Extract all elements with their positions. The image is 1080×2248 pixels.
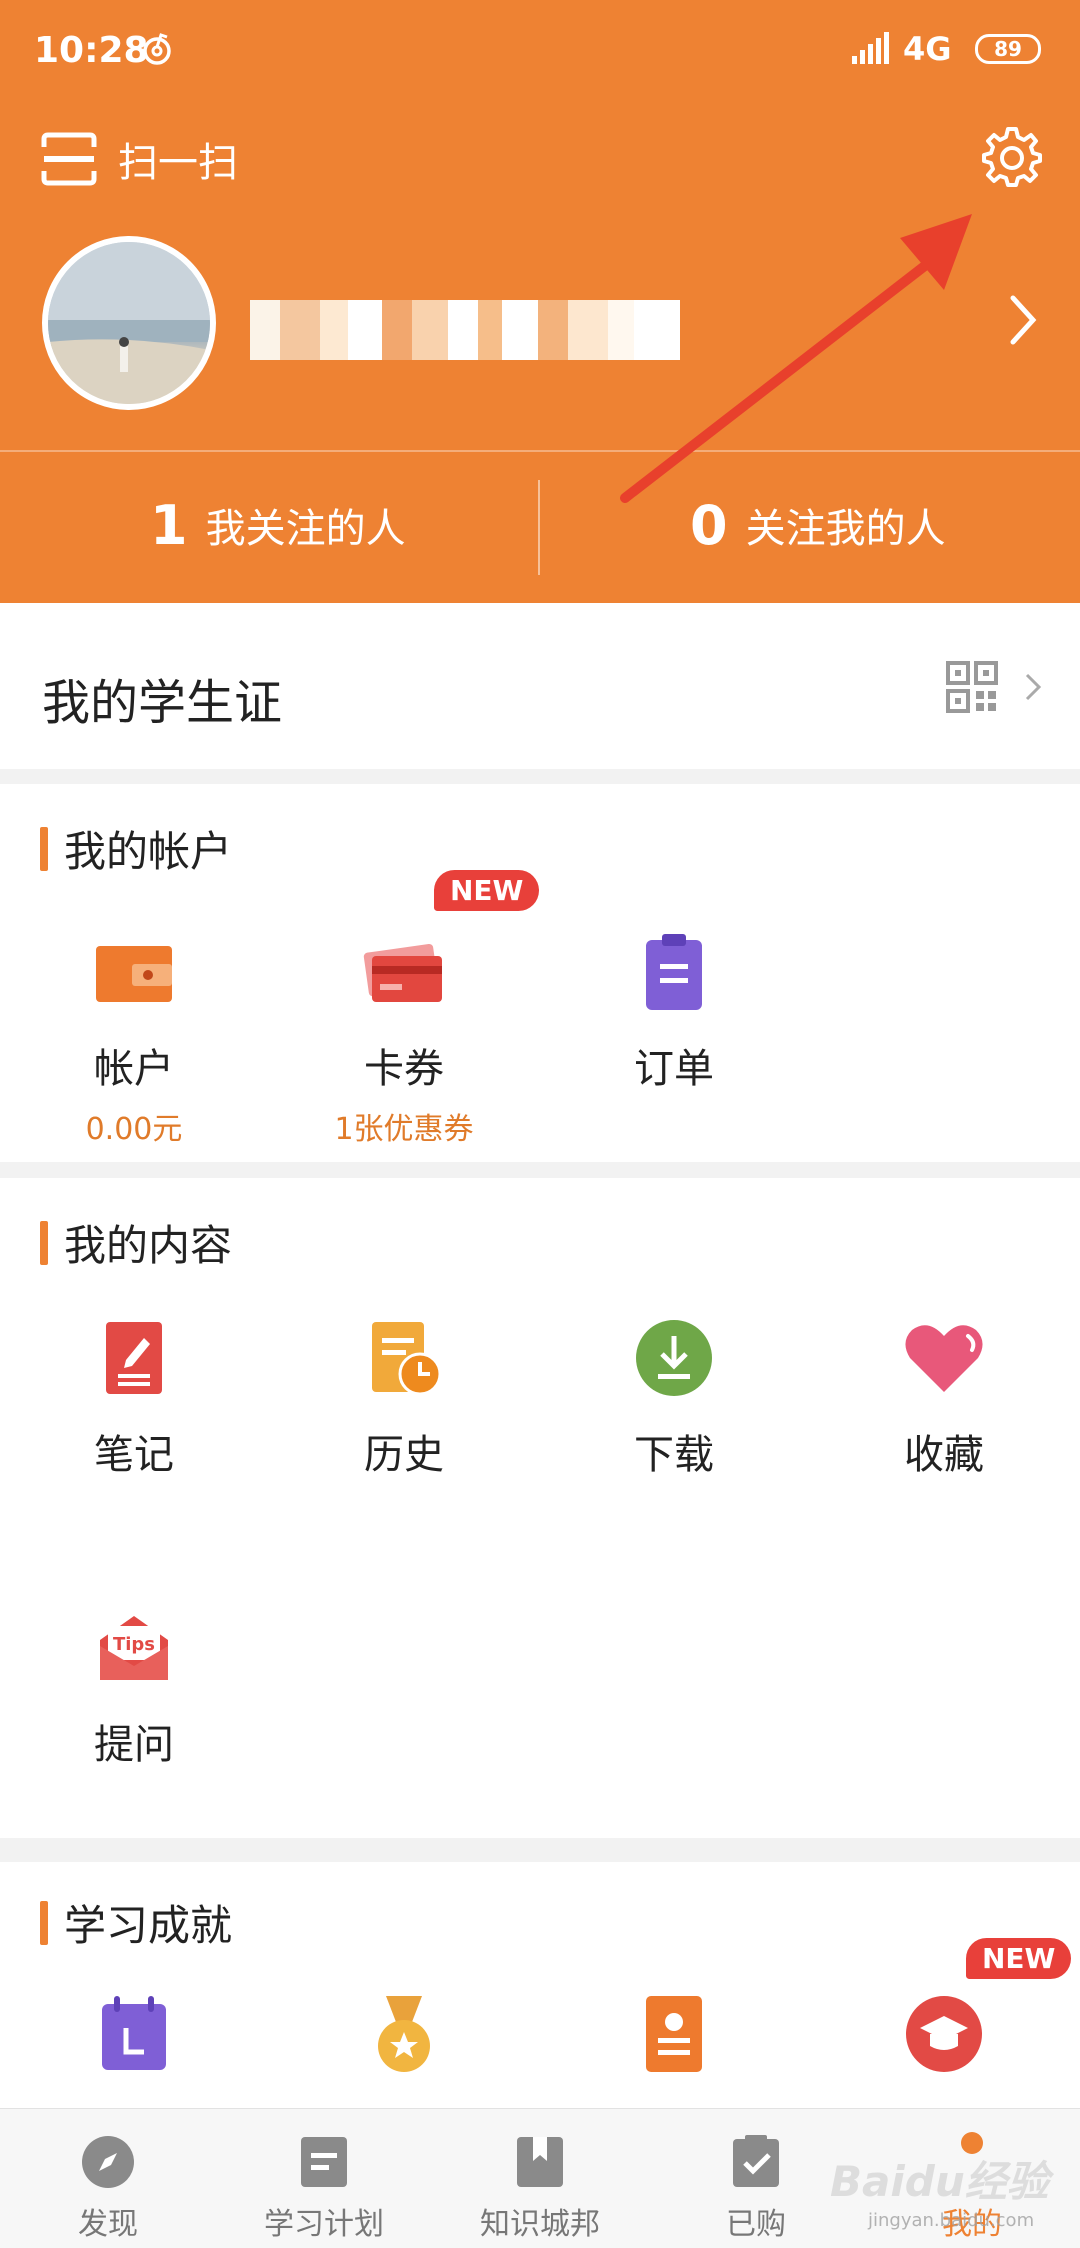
- scan-button[interactable]: 扫一扫: [40, 130, 238, 188]
- download-icon: [636, 1320, 712, 1396]
- medals-item[interactable]: 勋章: [294, 1992, 514, 2108]
- achievements-section-title: 学习成就: [40, 1892, 232, 1953]
- content-title-text: 我的内容: [64, 1221, 233, 1270]
- wallet-icon: [96, 946, 172, 1002]
- account-title-text: 我的帐户: [64, 827, 233, 876]
- coupons-label: 卡券: [364, 1046, 444, 1092]
- following-count: 1: [150, 493, 188, 557]
- scan-label: 扫一扫: [118, 140, 238, 186]
- questions-label: 提问: [94, 1722, 174, 1768]
- account-section-title: 我的帐户: [40, 818, 232, 879]
- favorites-label: 收藏: [904, 1432, 984, 1478]
- favorites-item[interactable]: 收藏: [834, 1316, 1054, 1480]
- content-section-title: 我的内容: [40, 1212, 232, 1273]
- followers-label: 关注我的人: [745, 506, 946, 552]
- tab-knowledge-city-label: 知识城邦: [480, 2207, 600, 2242]
- avatar[interactable]: [42, 236, 216, 410]
- orders-item[interactable]: 订单: [564, 930, 784, 1094]
- compass-icon: [82, 2136, 134, 2188]
- account-balance-item[interactable]: 帐户 0.00元: [24, 930, 244, 1148]
- graduation-cap-icon: [906, 1996, 982, 2072]
- coupons-count: 1张优惠券: [334, 1112, 474, 1147]
- achievements-title-text: 学习成就: [64, 1901, 233, 1950]
- network-type: 4G: [903, 30, 952, 68]
- watermark-url: jingyan.baidu.com: [868, 2210, 1035, 2231]
- tab-discover-label: 发现: [78, 2207, 138, 2242]
- student-card-row[interactable]: 我的学生证: [0, 603, 1080, 769]
- header-divider: [0, 450, 1080, 452]
- history-item[interactable]: 历史: [294, 1316, 514, 1480]
- certificate-icon: [646, 1996, 702, 2072]
- section-accent-bar: [40, 1900, 48, 1945]
- study-plan-icon: [301, 2137, 347, 2187]
- data-item[interactable]: 数据: [24, 1992, 244, 2108]
- medal-icon: [378, 1996, 430, 2072]
- download-item[interactable]: 下载: [564, 1316, 784, 1480]
- medals-label: 勋章: [294, 2098, 514, 2108]
- notes-item[interactable]: 笔记: [24, 1316, 244, 1480]
- history-clock-icon: [372, 1322, 442, 1396]
- netease-music-icon: [143, 33, 171, 65]
- tips-envelope-icon: Tips: [100, 1616, 168, 1680]
- profile-chevron-icon[interactable]: [1005, 290, 1041, 350]
- calendar-icon: [102, 1996, 166, 2070]
- signal-icon: [852, 32, 889, 64]
- tab-knowledge-city[interactable]: 知识城邦: [432, 2109, 648, 2248]
- chevron-right-icon: [1025, 673, 1042, 701]
- username-blurred: [250, 300, 680, 360]
- data-label: 数据: [24, 2098, 244, 2108]
- student-card-title: 我的学生证: [42, 675, 283, 731]
- certificates-label: 证书: [564, 2098, 784, 2108]
- section-accent-bar: [40, 1220, 48, 1265]
- account-balance-label: 帐户: [94, 1046, 174, 1092]
- status-bar: 10:28 4G 89: [0, 0, 1080, 100]
- followers-count: 0: [690, 493, 728, 557]
- status-time: 10:28: [34, 30, 149, 71]
- clipboard-icon: [646, 934, 702, 1010]
- card-coupon-icon: [363, 943, 442, 1002]
- content-section: 我的内容 笔记 历史 下载 收藏 Tips 提问: [0, 1178, 1080, 1838]
- download-label: 下载: [634, 1432, 714, 1478]
- notes-icon: [106, 1322, 162, 1394]
- section-accent-bar: [40, 826, 48, 871]
- achievements-section: 学习成就 数据 勋章 证书 学分: [0, 1862, 1080, 2108]
- account-balance-value: 0.00元: [85, 1112, 183, 1147]
- tab-study-plan[interactable]: 学习计划: [216, 2109, 432, 2248]
- credits-new-badge: NEW: [966, 1938, 1072, 1979]
- credits-item[interactable]: 学分: [834, 1992, 1054, 2108]
- avatar-photo: [48, 242, 210, 404]
- orders-label: 订单: [634, 1046, 714, 1092]
- certificates-item[interactable]: 证书: [564, 1992, 784, 2108]
- qr-code-icon: [946, 661, 998, 713]
- watermark-text: Baidu经验: [830, 2157, 1049, 2206]
- scan-icon: [41, 132, 97, 186]
- account-section: 我的帐户 帐户 0.00元 卡券 1张优惠券 NEW 订单: [0, 784, 1080, 1162]
- follow-divider: [538, 480, 540, 575]
- notes-label: 笔记: [94, 1432, 174, 1478]
- profile-header: 10:28 4G 89 扫一扫 1 我关注的人 0 关注我的人: [0, 0, 1080, 603]
- coupons-item[interactable]: 卡券 1张优惠券: [294, 930, 514, 1148]
- following-button[interactable]: 1 我关注的人: [150, 493, 406, 557]
- tab-discover[interactable]: 发现: [0, 2109, 216, 2248]
- heart-icon: [905, 1325, 983, 1392]
- bookmark-book-icon: [517, 2137, 563, 2187]
- history-label: 历史: [364, 1432, 444, 1478]
- coupons-new-badge: NEW: [434, 870, 540, 911]
- purchased-check-icon: [733, 2135, 779, 2187]
- followers-button[interactable]: 0 关注我的人: [690, 493, 946, 557]
- following-label: 我关注的人: [205, 506, 406, 552]
- credits-label: 学分: [834, 2098, 1054, 2108]
- tab-study-plan-label: 学习计划: [264, 2207, 384, 2242]
- questions-item[interactable]: Tips 提问: [24, 1606, 244, 1770]
- battery-indicator: 89: [975, 34, 1041, 64]
- tips-icon-text: Tips: [113, 1634, 155, 1655]
- settings-gear-icon[interactable]: [980, 125, 1044, 189]
